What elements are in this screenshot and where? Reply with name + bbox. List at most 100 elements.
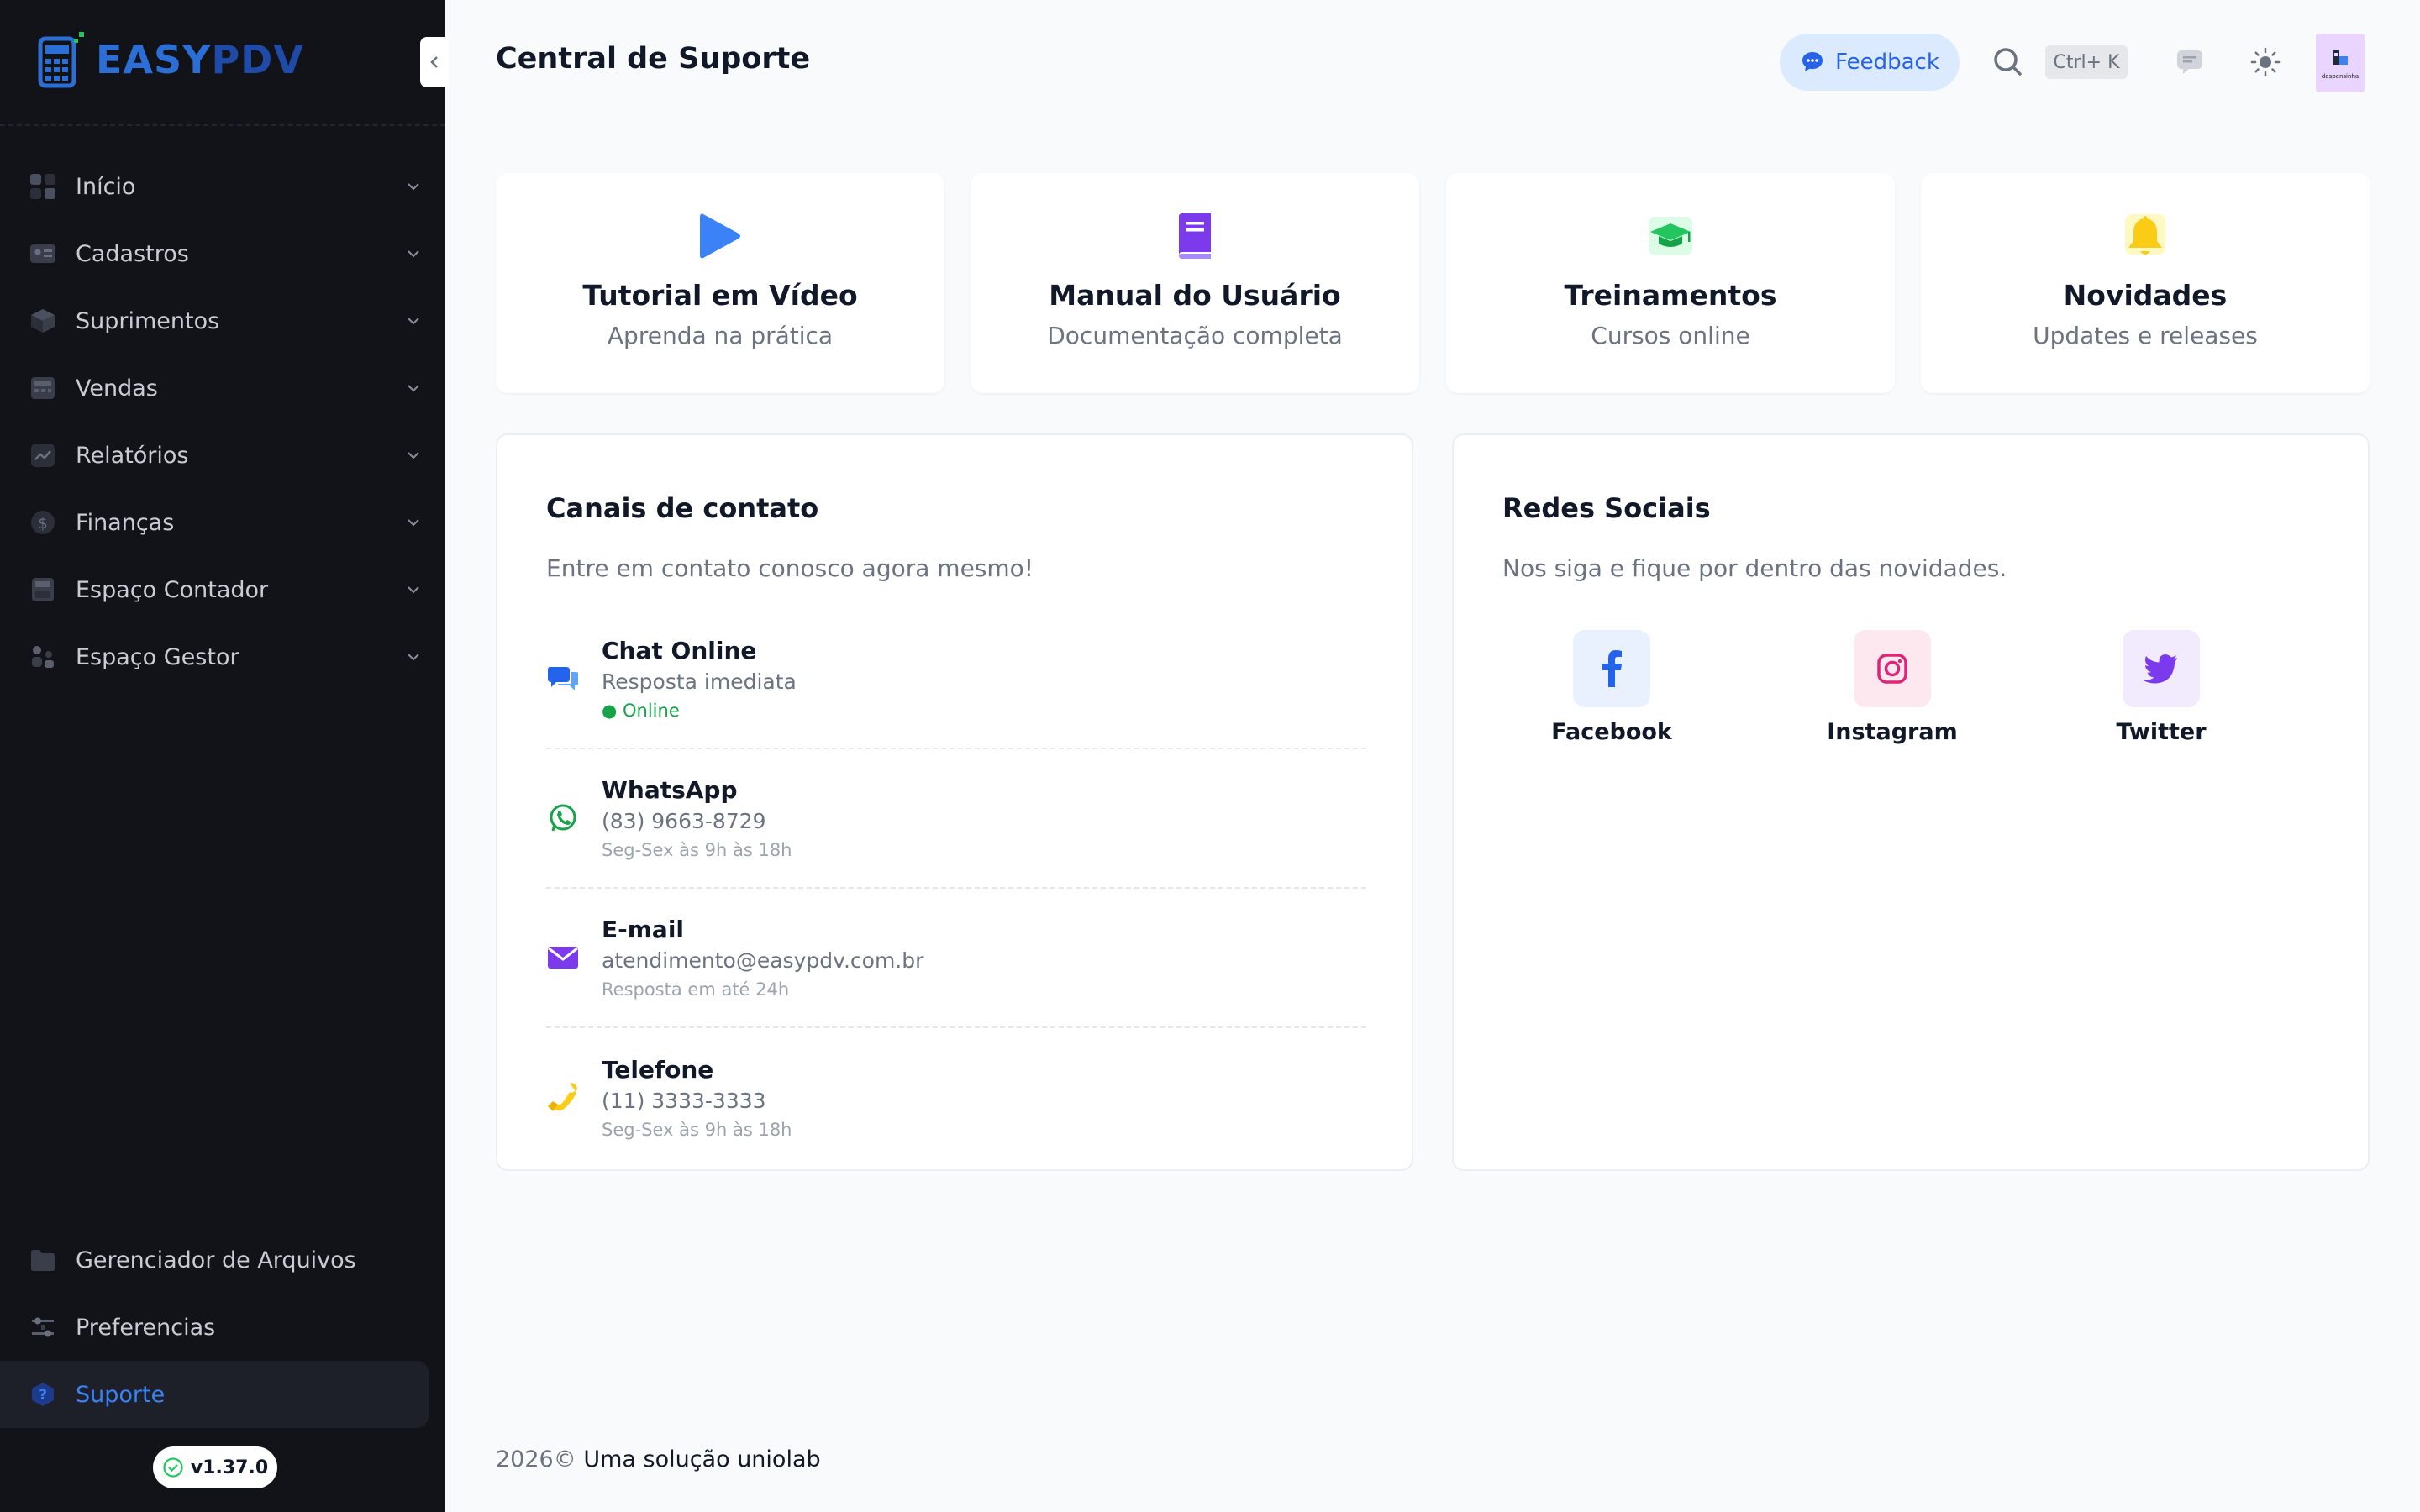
- sidebar-item-label: Início: [76, 173, 136, 200]
- chat-bubble-icon: [1800, 50, 1825, 75]
- search-shortcut-hint: Ctrl+ K: [2045, 45, 2128, 79]
- card-tutorial-video[interactable]: Tutorial em Vídeo Aprenda na prática: [496, 173, 944, 393]
- sidebar-item-label: Suporte: [76, 1381, 166, 1408]
- logo[interactable]: EASYPDV: [37, 30, 304, 89]
- contact-name: WhatsApp: [602, 776, 738, 804]
- panel-subtitle: Nos siga e fique por dentro das novidade…: [1502, 554, 2007, 582]
- sidebar-item-label: Espaço Gestor: [76, 643, 239, 670]
- sidebar-item-financas[interactable]: $ Finanças: [0, 489, 445, 556]
- sidebar-item-relatorios[interactable]: Relatórios: [0, 422, 445, 489]
- chevron-down-icon: [408, 654, 419, 661]
- card-subtitle: Cursos online: [1591, 322, 1750, 349]
- card-subtitle: Aprenda na prática: [607, 322, 834, 349]
- card-subtitle: Documentação completa: [1047, 322, 1343, 349]
- sidebar-item-label: Vendas: [76, 375, 158, 402]
- panel-title: Redes Sociais: [1502, 492, 1711, 524]
- help-icon: ?: [29, 1380, 57, 1409]
- contact-detail: atendimento@easypdv.com.br: [602, 948, 924, 973]
- sidebar-item-espaco-gestor[interactable]: Espaço Gestor: [0, 623, 445, 690]
- social-twitter[interactable]: Twitter: [2077, 630, 2245, 745]
- social-networks-panel: Redes Sociais Nos siga e fique por dentr…: [1452, 433, 2370, 1171]
- sidebar-bottom-nav: Gerenciador de Arquivos Preferencias ? S…: [0, 1226, 445, 1428]
- chart-icon: [29, 441, 57, 470]
- panel-title: Canais de contato: [546, 492, 819, 524]
- sidebar-item-label: Suprimentos: [76, 307, 220, 334]
- social-facebook[interactable]: Facebook: [1528, 630, 1696, 745]
- social-label: Instagram: [1827, 719, 1958, 745]
- footer-year: 2026©: [496, 1446, 576, 1473]
- card-title: Manual do Usuário: [1049, 279, 1341, 312]
- status-badge: ● Online: [602, 701, 680, 721]
- whatsapp-icon: [546, 802, 580, 834]
- sidebar-item-vendas[interactable]: Vendas: [0, 354, 445, 422]
- sidebar-item-label: Espaço Contador: [76, 576, 269, 603]
- contact-chat-online[interactable]: Chat Online Resposta imediata ● Online: [546, 610, 1366, 749]
- sidebar-item-inicio[interactable]: Início: [0, 153, 445, 220]
- card-subtitle: Updates e releases: [2033, 322, 2258, 349]
- box-icon: [29, 307, 57, 335]
- chevron-down-icon: [408, 519, 419, 527]
- play-icon: [697, 207, 744, 265]
- feedback-button[interactable]: Feedback: [1780, 34, 1960, 91]
- svg-text:$: $: [38, 515, 47, 533]
- svg-text:?: ?: [39, 1387, 47, 1404]
- social-label: Twitter: [2116, 719, 2207, 745]
- id-card-icon: [29, 239, 57, 268]
- contact-whatsapp[interactable]: WhatsApp (83) 9663-8729 Seg-Sex às 9h às…: [546, 749, 1366, 889]
- dollar-icon: $: [29, 508, 57, 537]
- version-badge: v1.37.0: [153, 1446, 277, 1488]
- sliders-icon: [29, 1313, 57, 1341]
- sidebar-item-suprimentos[interactable]: Suprimentos: [0, 287, 445, 354]
- chat-bubbles-icon: [546, 664, 580, 694]
- contact-name: Telefone: [602, 1056, 714, 1084]
- twitter-icon: [2123, 630, 2200, 707]
- sidebar-nav: Início Cadastros Suprimentos Vendas Rela…: [0, 153, 445, 690]
- footer: 2026© Uma solução uniolab: [496, 1446, 821, 1473]
- sidebar-item-gerenciador-arquivos[interactable]: Gerenciador de Arquivos: [0, 1226, 445, 1294]
- sidebar-item-preferencias[interactable]: Preferencias: [0, 1294, 445, 1361]
- avatar-text: despensinha: [2321, 73, 2360, 80]
- sidebar-item-suporte[interactable]: ? Suporte: [0, 1361, 429, 1428]
- contact-detail: (11) 3333-3333: [602, 1089, 766, 1113]
- chevron-down-icon: [408, 586, 419, 594]
- sidebar-item-label: Cadastros: [76, 240, 189, 267]
- graduation-cap-icon: [1645, 207, 1696, 265]
- page-title: Central de Suporte: [496, 42, 811, 76]
- contact-name: Chat Online: [602, 637, 757, 664]
- check-circle-icon: [162, 1457, 184, 1478]
- contact-note: Seg-Sex às 9h às 18h: [602, 840, 792, 860]
- folder-icon: [29, 1246, 57, 1274]
- register-icon: [29, 374, 57, 402]
- envelope-icon: [546, 945, 580, 970]
- chevron-down-icon: [408, 250, 419, 258]
- contact-detail: Resposta imediata: [602, 669, 797, 694]
- chevron-down-icon: [408, 385, 419, 392]
- social-instagram[interactable]: Instagram: [1808, 630, 1976, 745]
- sidebar-collapse-button[interactable]: [420, 37, 449, 87]
- feedback-label: Feedback: [1835, 50, 1939, 75]
- book-icon: [1174, 207, 1216, 265]
- contact-telefone[interactable]: Telefone (11) 3333-3333 Seg-Sex às 9h às…: [546, 1028, 1366, 1168]
- social-label: Facebook: [1551, 719, 1672, 745]
- store-logo-icon: [2333, 50, 2348, 65]
- card-manual-usuario[interactable]: Manual do Usuário Documentação completa: [971, 173, 1419, 393]
- contact-list: Chat Online Resposta imediata ● Online W…: [546, 610, 1366, 1168]
- sidebar-item-label: Relatórios: [76, 442, 189, 469]
- card-novidades[interactable]: Novidades Updates e releases: [1921, 173, 2370, 393]
- bell-icon: [2122, 207, 2169, 265]
- search-icon[interactable]: [1991, 45, 2025, 82]
- sidebar-item-label: Preferencias: [76, 1314, 216, 1341]
- sidebar: EASYPDV Início Cadastros Suprimentos Ven…: [0, 0, 449, 1512]
- sidebar-item-espaco-contador[interactable]: Espaço Contador: [0, 556, 445, 623]
- theme-toggle-sun-icon[interactable]: [2249, 45, 2282, 82]
- messages-icon[interactable]: [2175, 47, 2205, 81]
- card-treinamentos[interactable]: Treinamentos Cursos online: [1446, 173, 1895, 393]
- contact-note: Resposta em até 24h: [602, 979, 790, 1000]
- sidebar-item-cadastros[interactable]: Cadastros: [0, 220, 445, 287]
- contact-detail: (83) 9663-8729: [602, 809, 766, 833]
- avatar[interactable]: despensinha: [2316, 34, 2365, 92]
- card-title: Tutorial em Vídeo: [582, 279, 858, 312]
- contact-email[interactable]: E-mail atendimento@easypdv.com.br Respos…: [546, 889, 1366, 1028]
- contact-channels-panel: Canais de contato Entre em contato conos…: [496, 433, 1413, 1171]
- chevron-down-icon: [408, 452, 419, 459]
